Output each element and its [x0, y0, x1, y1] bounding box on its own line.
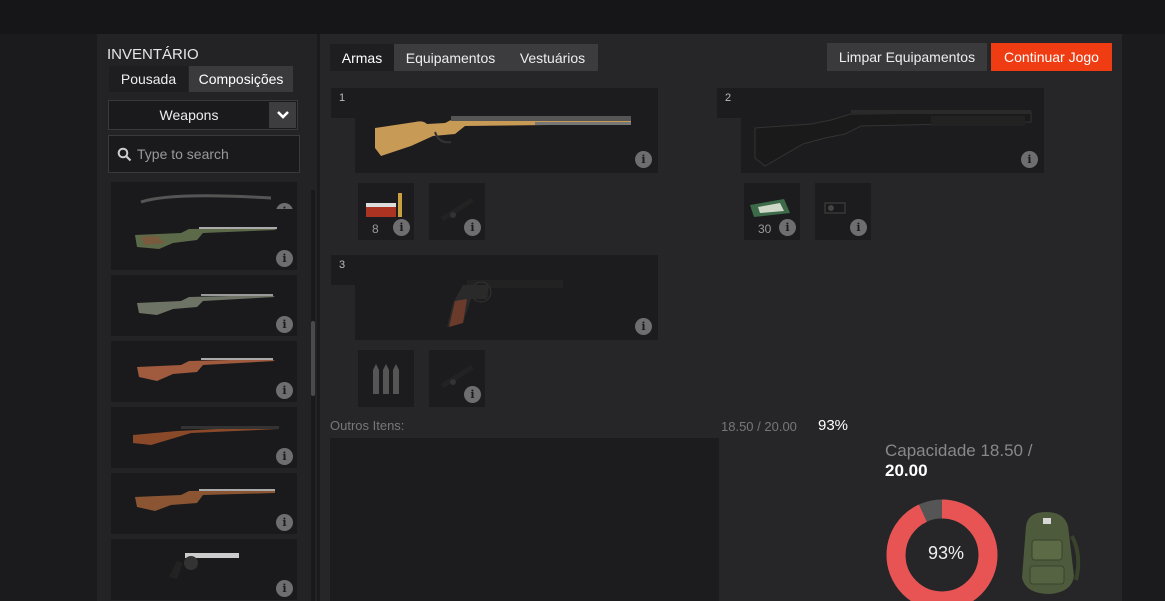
weapon-slot-3[interactable]: i	[355, 255, 658, 340]
info-icon[interactable]: i	[1021, 151, 1038, 168]
weapon-list-item[interactable]: i	[111, 473, 297, 534]
subtab-composicoes[interactable]: Composições	[189, 66, 293, 92]
category-dropdown[interactable]: Weapons	[108, 100, 298, 130]
lever-action-rifle-icon	[375, 116, 631, 156]
shotgun-icon	[754, 110, 1032, 167]
weapon-slot-2[interactable]: i	[741, 88, 1044, 173]
tab-equipamentos[interactable]: Equipamentos	[394, 44, 507, 71]
tab-armas[interactable]: Armas	[330, 44, 394, 71]
weapon-list-item[interactable]: i	[111, 407, 297, 468]
scope-slot[interactable]: i	[429, 183, 485, 240]
search-icon	[117, 147, 132, 167]
chevron-down-icon[interactable]	[269, 102, 296, 128]
weapon-list: i i i i i i	[108, 182, 308, 601]
tab-vestuarios[interactable]: Vestuários	[507, 44, 598, 71]
info-icon[interactable]: i	[850, 219, 867, 236]
info-icon[interactable]: i	[276, 514, 293, 531]
category-label: Weapons	[159, 107, 219, 123]
ammo-slot[interactable]	[358, 350, 414, 407]
info-icon[interactable]: i	[276, 316, 293, 333]
info-icon[interactable]: i	[276, 448, 293, 465]
info-icon[interactable]: i	[464, 219, 481, 236]
weapon-thumbnail	[137, 294, 275, 315]
capacity-text: Capacidade 18.50 /	[885, 441, 1033, 460]
slot-number: 2	[717, 88, 741, 118]
info-icon[interactable]: i	[276, 382, 293, 399]
weapon-thumbnail	[137, 358, 275, 381]
ammo-count: 8	[372, 222, 379, 236]
info-icon[interactable]: i	[276, 250, 293, 267]
scrollbar-thumb[interactable]	[311, 321, 315, 396]
search-input[interactable]	[137, 145, 292, 163]
clear-equipment-button[interactable]: Limpar Equipamentos	[827, 43, 987, 71]
other-items-label: Outros Itens:	[330, 418, 405, 433]
info-icon[interactable]: i	[635, 151, 652, 168]
donut-percent: 93%	[928, 543, 964, 563]
weapon-thumbnail	[133, 426, 279, 445]
info-icon[interactable]: i	[276, 580, 293, 597]
weapon-list-item[interactable]: i	[111, 341, 297, 402]
weapon-list-item[interactable]: i	[111, 539, 297, 600]
weapon-list-item[interactable]: i	[111, 275, 297, 336]
empty-ammo-icon	[373, 364, 399, 394]
ammo-slot[interactable]: 30 i	[744, 183, 800, 240]
scope-slot[interactable]: i	[429, 350, 485, 407]
sight-slot[interactable]: i	[815, 183, 871, 240]
other-items-area[interactable]	[330, 438, 719, 601]
ammo-count: 30	[758, 222, 772, 236]
weight-percent: 93%	[818, 417, 849, 434]
weapon-thumbnail	[135, 227, 277, 249]
search-box	[108, 135, 300, 173]
weapon-thumbnail	[135, 489, 275, 511]
info-icon[interactable]: i	[779, 219, 796, 236]
inventory-title: INVENTÁRIO	[107, 46, 199, 63]
backpack-icon[interactable]	[1010, 506, 1085, 598]
weapon-thumbnail	[169, 553, 239, 579]
weapon-list-item[interactable]: i	[111, 209, 297, 270]
weapon-slot-1[interactable]: i	[355, 88, 658, 173]
revolver-icon	[447, 280, 563, 327]
info-icon[interactable]: i	[393, 219, 410, 236]
ammo-slot[interactable]: 8 i	[358, 183, 414, 240]
subtab-pousada[interactable]: Pousada	[109, 66, 188, 92]
slot-number: 1	[331, 88, 355, 118]
info-icon[interactable]: i	[635, 318, 652, 335]
slot-number: 3	[331, 255, 355, 285]
weight-readout: 18.50 / 20.00	[721, 419, 797, 434]
info-icon[interactable]: i	[464, 386, 481, 403]
capacity-max: 20.00	[885, 461, 928, 480]
continue-game-button[interactable]: Continuar Jogo	[991, 43, 1112, 71]
capacity-donut-chart: 93%	[886, 499, 998, 601]
capacity-label: Capacidade 18.50 / 20.00	[885, 441, 1075, 481]
top-bar	[0, 0, 1165, 34]
